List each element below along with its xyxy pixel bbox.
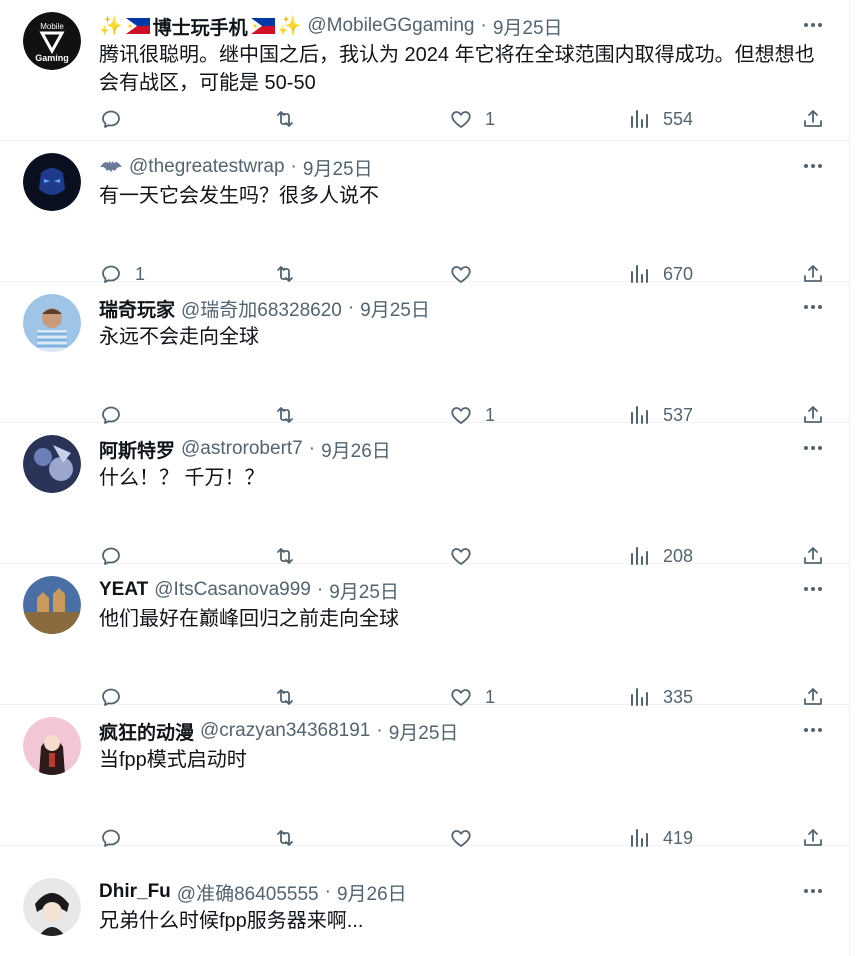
sparkle-emoji: ✨ (277, 16, 302, 37)
tweet-header: 疯狂的动漫 @crazyan34368191 · 9月25日 (99, 718, 810, 744)
display-name[interactable]: YEAT (99, 579, 148, 601)
tweet[interactable]: @thegreatestwrap · 9月25日 有一天它会发生吗？很多人说不 … (0, 141, 850, 284)
tweet-header: YEAT @ItsCasanova999 · 9月25日 (99, 577, 810, 603)
like-button[interactable]: 1 (449, 106, 495, 132)
more-options-icon[interactable] (800, 15, 826, 35)
reply-button[interactable] (99, 825, 135, 851)
retweet-button[interactable] (273, 825, 297, 851)
more-options-icon[interactable] (800, 881, 826, 901)
reply-icon (102, 829, 120, 847)
share-icon (804, 829, 822, 846)
avatar-logo-text-bottom: Gaming (35, 53, 69, 63)
avatar[interactable] (23, 435, 81, 493)
retweet-button[interactable] (273, 106, 297, 132)
tweet-text: 什么！？ 千万！？ (99, 467, 265, 489)
like-count: 1 (485, 108, 496, 129)
display-name[interactable]: 瑞奇玩家 (99, 295, 175, 322)
tweet-date[interactable]: 9月26日 (321, 436, 391, 463)
more-options-icon[interactable] (800, 438, 826, 458)
view-count: 419 (663, 827, 694, 848)
reply-button[interactable] (99, 106, 135, 132)
more-options-icon[interactable] (800, 297, 826, 317)
tweet-header: Dhir_Fu @准确86405555 · 9月26日 (99, 879, 810, 905)
share-button[interactable] (801, 106, 825, 132)
tweet-text: 兄弟什么时候fpp服务器来啊... (99, 910, 364, 932)
user-handle[interactable]: @crazyan34368191 (200, 720, 370, 742)
user-handle[interactable]: @准确86405555 (177, 879, 319, 906)
dot-separator: · (324, 881, 331, 902)
more-options-icon[interactable] (800, 720, 826, 740)
display-name[interactable]: 博士玩手机 (153, 13, 248, 40)
tweet-header: 阿斯特罗 @astrorobert7 · 9月26日 (99, 436, 810, 462)
display-name[interactable]: Dhir_Fu (99, 881, 171, 903)
heart-icon (451, 111, 471, 128)
tweet-header: @thegreatestwrap · 9月25日 (99, 154, 810, 180)
display-name[interactable]: 疯狂的动漫 (99, 718, 194, 745)
display-name[interactable]: 阿斯特罗 (99, 436, 175, 463)
dot-separator: · (316, 579, 324, 600)
dot-separator: · (308, 438, 316, 459)
tweet-actions: 419 (99, 825, 829, 851)
avatar[interactable] (23, 878, 81, 936)
sparkle-emoji: ✨ (99, 16, 123, 37)
views-bar-chart-icon (631, 110, 648, 128)
tweet-date[interactable]: 9月25日 (493, 13, 563, 40)
batman-emblem-icon (100, 161, 122, 173)
retweet-icon (277, 111, 293, 127)
view-count: 554 (663, 108, 694, 129)
user-handle[interactable]: @MobileGGgaming (307, 15, 474, 37)
tweet-header: 瑞奇玩家 @瑞奇加68328620 · 9月25日 (99, 295, 810, 321)
reply-icon (102, 110, 120, 128)
tweet-text: 他们最好在巅峰回归之前走向全球 (99, 608, 399, 630)
tweet-date[interactable]: 9月25日 (303, 154, 373, 181)
tweet[interactable]: 阿斯特罗 @astrorobert7 · 9月26日 什么！？ 千万！？ 208 (0, 423, 850, 566)
tweet-text: 永远不会走向全球 (99, 326, 259, 348)
tweet[interactable]: Mobile Gaming ✨ 博士玩手机 ✨ @MobileGGgaming … (0, 0, 850, 141)
philippines-flag-icon (250, 18, 275, 34)
dot-separator: · (347, 297, 355, 318)
tweet-date[interactable]: 9月25日 (360, 295, 430, 322)
avatar[interactable] (23, 153, 81, 211)
tweet-date[interactable]: 9月25日 (389, 718, 459, 745)
dot-separator: · (480, 15, 487, 36)
like-button[interactable] (449, 825, 485, 851)
tweet-text: 当fpp模式启动时 (99, 749, 247, 771)
dot-separator: · (376, 720, 383, 741)
avatar-logo-text-top: Mobile (40, 22, 64, 31)
heart-icon (451, 830, 471, 847)
tweet[interactable]: 疯狂的动漫 @crazyan34368191 · 9月25日 当fpp模式启动时 (0, 705, 850, 848)
more-options-icon[interactable] (800, 579, 826, 599)
user-handle[interactable]: @ItsCasanova999 (154, 579, 311, 601)
retweet-icon (277, 830, 293, 846)
tweet[interactable]: 瑞奇玩家 @瑞奇加68328620 · 9月25日 永远不会走向全球 1 537 (0, 282, 850, 425)
dot-separator: · (290, 156, 297, 177)
more-options-icon[interactable] (800, 156, 826, 176)
views-button[interactable]: 554 (627, 106, 693, 132)
tweet-date[interactable]: 9月26日 (337, 879, 407, 906)
philippines-flag-icon (125, 18, 150, 34)
tweet-text: 有一天它会发生吗？很多人说不 (99, 185, 379, 207)
tweet-actions: 1 554 (99, 106, 829, 132)
user-handle[interactable]: @astrorobert7 (181, 438, 303, 460)
share-button[interactable] (801, 825, 825, 851)
user-handle[interactable]: @thegreatestwrap (129, 156, 285, 178)
tweet[interactable]: YEAT @ItsCasanova999 · 9月25日 他们最好在巅峰回归之前… (0, 564, 850, 707)
tweet-date[interactable]: 9月25日 (329, 577, 399, 604)
tweet-header: ✨ 博士玩手机 ✨ @MobileGGgaming · 9月25日 (99, 13, 810, 39)
avatar[interactable]: Mobile Gaming (23, 12, 81, 70)
avatar[interactable] (23, 294, 81, 352)
tweet[interactable]: Dhir_Fu @准确86405555 · 9月26日 兄弟什么时候fpp服务器… (0, 866, 850, 956)
tweet-text: 腾讯很聪明。继中国之后，我认为 2024 年它将在全球范围内取得成功。但想想也会… (99, 44, 815, 94)
avatar[interactable] (23, 717, 81, 775)
user-handle[interactable]: @瑞奇加68328620 (181, 295, 342, 322)
share-icon (804, 110, 822, 127)
views-bar-chart-icon (631, 829, 648, 847)
reply-feed: Mobile Gaming ✨ 博士玩手机 ✨ @MobileGGgaming … (0, 0, 850, 956)
avatar[interactable] (23, 576, 81, 634)
views-button[interactable]: 419 (627, 825, 693, 851)
